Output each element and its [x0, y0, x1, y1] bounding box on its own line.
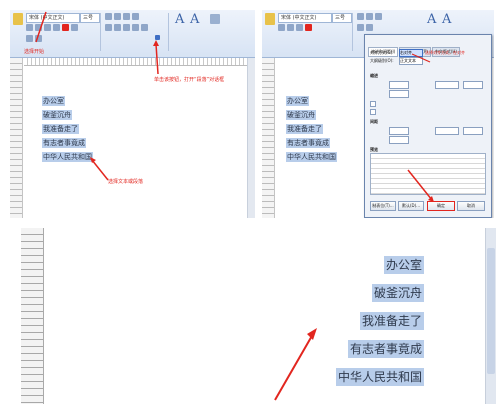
special-indent-select[interactable]	[435, 81, 459, 89]
italic-icon[interactable]	[35, 24, 42, 31]
italic-icon[interactable]	[287, 24, 294, 31]
doc-line-5[interactable]: 中华人民共和国	[286, 152, 337, 162]
vertical-scrollbar[interactable]	[485, 228, 496, 404]
style-quick-icon[interactable]: A	[427, 12, 436, 27]
arrowhead-right-aligned-text	[307, 328, 317, 340]
paragraph-dialog-launcher-icon[interactable]	[155, 35, 160, 40]
caption-open-paragraph-dialog: 单击该按钮，打开“段落”对话框	[154, 77, 225, 83]
doc-line-5[interactable]: 中华人民共和国	[335, 368, 424, 386]
highlight-icon[interactable]	[71, 24, 78, 31]
indent-left-input[interactable]	[389, 81, 409, 89]
align-center-icon[interactable]	[366, 24, 373, 31]
doc-line-5[interactable]: 中华人民共和国	[42, 152, 93, 162]
indent-by-input[interactable]	[463, 81, 483, 89]
doc-line-3[interactable]: 我准备走了	[359, 312, 424, 330]
ribbon-toolbar: 宋体 (中文正文) 三号 A A 选择开始	[10, 10, 255, 58]
line-spacing-icon[interactable]	[141, 24, 148, 31]
cancel-button[interactable]: 取消	[457, 201, 485, 211]
bullets-icon[interactable]	[357, 13, 364, 20]
line-spacing-select[interactable]	[435, 127, 459, 135]
horizontal-ruler[interactable]	[24, 58, 247, 66]
style-quick-icon[interactable]: A	[175, 12, 184, 27]
outline-level-select[interactable]: 正文文本	[399, 57, 423, 65]
doc-line-2[interactable]: 破釜沉舟	[42, 110, 72, 120]
doc-line-1[interactable]: 办公室	[383, 256, 424, 274]
doc-line-4[interactable]: 有志者事竟成	[286, 138, 330, 148]
text-effect-icon[interactable]	[26, 35, 33, 42]
caption-select-text: 选择文本或段落	[108, 179, 144, 185]
justify-icon[interactable]	[132, 24, 139, 31]
align-left-icon[interactable]	[357, 24, 364, 31]
indent-section-label: 缩进	[370, 73, 378, 78]
strikethrough-icon[interactable]	[53, 24, 60, 31]
doc-line-3[interactable]: 我准备走了	[42, 124, 79, 134]
doc-line-3[interactable]: 我准备走了	[286, 124, 323, 134]
multilevel-list-icon[interactable]	[375, 13, 382, 20]
vertical-ruler[interactable]	[10, 58, 23, 218]
font-size-select[interactable]: 三号	[332, 13, 352, 23]
ribbon-separator	[168, 13, 169, 51]
doc-line-2[interactable]: 破釜沉舟	[286, 110, 316, 120]
vertical-ruler[interactable]	[262, 58, 275, 218]
doc-line-4[interactable]: 有志者事竟成	[42, 138, 86, 148]
multilevel-list-icon[interactable]	[123, 13, 130, 20]
word-window-result: 办公室 破釜沉舟 我准备走了 有志者事竟成 中华人民共和国	[13, 228, 496, 404]
ok-button[interactable]: 确定	[427, 201, 455, 211]
align-center-icon[interactable]	[114, 24, 121, 31]
indent-right-input[interactable]	[389, 90, 409, 98]
font-color-icon[interactable]	[62, 24, 69, 31]
alignment-select[interactable]: 右对齐	[399, 49, 423, 57]
font-size-select[interactable]: 三号	[80, 13, 100, 23]
font-name-select[interactable]: 宋体 (中文正文)	[278, 13, 332, 23]
indent-icon[interactable]	[132, 13, 139, 20]
bold-icon[interactable]	[26, 24, 33, 31]
vertical-scrollbar[interactable]	[247, 58, 255, 218]
vertical-ruler[interactable]	[21, 228, 44, 404]
tabs-button[interactable]: 制表位(T)...	[370, 201, 396, 211]
style-change-icon[interactable]: A	[190, 12, 199, 27]
numbering-icon[interactable]	[114, 13, 121, 20]
bold-icon[interactable]	[278, 24, 285, 31]
alignment-label: 对齐方式(G):	[370, 50, 394, 55]
scrollbar-thumb[interactable]	[487, 248, 495, 374]
auto-adjust-checkbox[interactable]	[370, 109, 376, 115]
paragraph-preview	[370, 153, 486, 195]
ribbon-separator	[100, 13, 101, 51]
editing-icon[interactable]	[210, 14, 220, 24]
font-color-icon[interactable]	[305, 24, 312, 31]
underline-icon[interactable]	[296, 24, 303, 31]
outline-level-label: 大纲级别(O):	[370, 58, 394, 63]
spacing-before-input[interactable]	[389, 127, 409, 135]
spacing-after-input[interactable]	[389, 136, 409, 144]
paste-icon[interactable]	[13, 13, 23, 25]
caption-select-start: 选择开始	[24, 49, 45, 55]
align-right-icon[interactable]	[123, 24, 130, 31]
arrow-to-selection	[91, 159, 109, 181]
paste-icon[interactable]	[265, 13, 275, 25]
paragraph-dialog: 缩进和间距(I)换行和分页(P)中文版式(H) 对齐方式(G): 右对齐 选择对…	[364, 34, 492, 218]
numbering-icon[interactable]	[366, 13, 373, 20]
bullets-icon[interactable]	[105, 13, 112, 20]
arrow-to-right-aligned-text	[274, 333, 314, 401]
doc-line-4[interactable]: 有志者事竟成	[347, 340, 424, 358]
font-name-select[interactable]: 宋体 (中文正文)	[26, 13, 80, 23]
default-button[interactable]: 默认(D)...	[398, 201, 424, 211]
mirror-indents-checkbox[interactable]	[370, 101, 376, 107]
style-change-icon[interactable]: A	[442, 12, 451, 27]
underline-icon[interactable]	[44, 24, 51, 31]
paragraph-dialog-tabs: 缩进和间距(I)换行和分页(P)中文版式(H)	[368, 38, 488, 57]
spacing-section-label: 间距	[370, 119, 378, 124]
align-left-icon[interactable]	[105, 24, 112, 31]
line-spacing-at-input[interactable]	[463, 127, 483, 135]
doc-line-1[interactable]: 办公室	[42, 96, 65, 106]
ribbon-separator	[352, 13, 353, 51]
doc-line-2[interactable]: 破釜沉舟	[371, 284, 424, 302]
word-window-step2: 宋体 (中文正文) 三号 A A 办公室 破釜沉舟 我准备走了 有志者事竟成 中…	[262, 10, 494, 218]
doc-line-1[interactable]: 办公室	[286, 96, 309, 106]
clear-format-icon[interactable]	[35, 35, 42, 42]
caption-choose-alignment: 选择对齐方式，在对齐	[425, 50, 465, 55]
word-window-step1: 宋体 (中文正文) 三号 A A 选择开始 办公室 破釜沉舟 我准备走了 有志者…	[10, 10, 255, 218]
